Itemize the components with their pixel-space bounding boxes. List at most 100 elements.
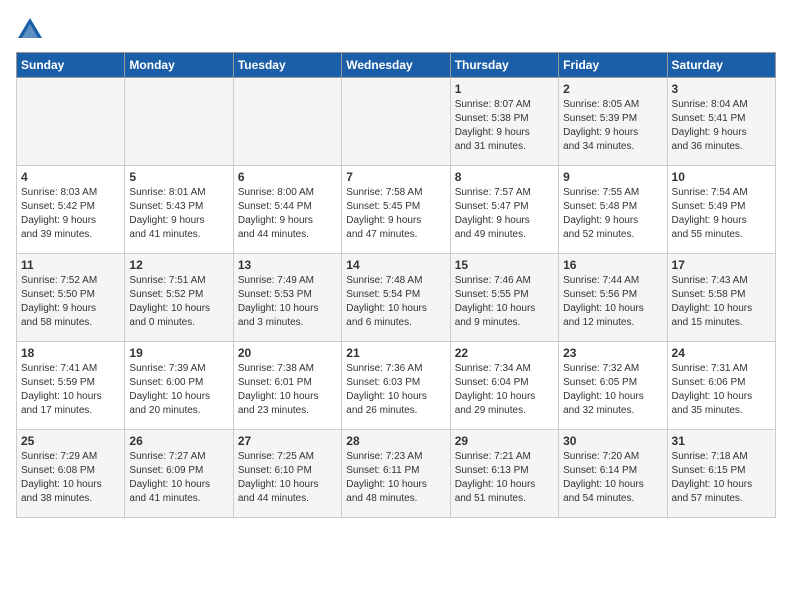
day-info: Sunrise: 7:36 AM Sunset: 6:03 PM Dayligh… — [346, 362, 445, 418]
day-info: Sunrise: 7:46 AM Sunset: 5:55 PM Dayligh… — [455, 274, 554, 330]
week-row-4: 18 Sunrise: 7:41 AM Sunset: 5:59 PM Dayli… — [17, 342, 776, 430]
day-number: 1 — [455, 82, 554, 96]
calendar-cell: 10Sunrise: 7:54 AM Sunset: 5:49 PM Dayli… — [667, 166, 775, 254]
day-number: 7 — [346, 170, 445, 184]
day-info: Sunrise: 7:34 AM Sunset: 6:04 PM Dayligh… — [455, 362, 554, 418]
calendar-cell: 25Sunrise: 7:29 AM Sunset: 6:08 PM Dayli… — [17, 430, 125, 518]
day-info: Sunrise: 7:21 AM Sunset: 6:13 PM Dayligh… — [455, 450, 554, 506]
calendar-cell: 5 Sunrise: 8:01 AM Sunset: 5:43 PM Daylig… — [125, 166, 233, 254]
day-info: Sunrise: 7:44 AM Sunset: 5:56 PM Dayligh… — [563, 274, 662, 330]
weekday-header-tuesday: Tuesday — [233, 53, 341, 78]
day-number: 19 — [129, 346, 228, 360]
day-info: Sunrise: 7:49 AM Sunset: 5:53 PM Dayligh… — [238, 274, 337, 330]
day-info: Sunrise: 7:48 AM Sunset: 5:54 PM Dayligh… — [346, 274, 445, 330]
calendar-cell: 21 Sunrise: 7:36 AM Sunset: 6:03 PM Dayli… — [342, 342, 450, 430]
day-info: Sunrise: 8:00 AM Sunset: 5:44 PM Dayligh… — [238, 186, 337, 242]
day-number: 3 — [672, 82, 771, 96]
day-number: 22 — [455, 346, 554, 360]
day-number: 27 — [238, 434, 337, 448]
logo — [16, 16, 48, 44]
calendar-cell: 30 Sunrise: 7:20 AM Sunset: 6:14 PM Dayli… — [559, 430, 667, 518]
page-header — [16, 16, 776, 44]
calendar-cell: 18 Sunrise: 7:41 AM Sunset: 5:59 PM Dayli… — [17, 342, 125, 430]
calendar-cell: 15 Sunrise: 7:46 AM Sunset: 5:55 PM Dayli… — [450, 254, 558, 342]
day-number: 18 — [21, 346, 120, 360]
weekday-header-monday: Monday — [125, 53, 233, 78]
calendar-cell: 27 Sunrise: 7:25 AM Sunset: 6:10 PM Dayli… — [233, 430, 341, 518]
calendar-cell: 23Sunrise: 7:32 AM Sunset: 6:05 PM Dayli… — [559, 342, 667, 430]
calendar-cell: 26 Sunrise: 7:27 AM Sunset: 6:09 PM Dayli… — [125, 430, 233, 518]
calendar-cell — [342, 78, 450, 166]
day-number: 23 — [563, 346, 662, 360]
day-info: Sunrise: 7:51 AM Sunset: 5:52 PM Dayligh… — [129, 274, 228, 330]
day-info: Sunrise: 7:38 AM Sunset: 6:01 PM Dayligh… — [238, 362, 337, 418]
week-row-3: 11 Sunrise: 7:52 AM Sunset: 5:50 PM Dayli… — [17, 254, 776, 342]
day-info: Sunrise: 8:01 AM Sunset: 5:43 PM Dayligh… — [129, 186, 228, 242]
day-number: 30 — [563, 434, 662, 448]
day-info: Sunrise: 7:41 AM Sunset: 5:59 PM Dayligh… — [21, 362, 120, 418]
day-number: 8 — [455, 170, 554, 184]
day-info: Sunrise: 7:23 AM Sunset: 6:11 PM Dayligh… — [346, 450, 445, 506]
calendar-cell — [17, 78, 125, 166]
day-number: 29 — [455, 434, 554, 448]
day-number: 25 — [21, 434, 120, 448]
calendar-cell: 2Sunrise: 8:05 AM Sunset: 5:39 PM Daylig… — [559, 78, 667, 166]
calendar-cell: 22 Sunrise: 7:34 AM Sunset: 6:04 PM Dayli… — [450, 342, 558, 430]
day-number: 2 — [563, 82, 662, 96]
calendar-cell: 7Sunrise: 7:58 AM Sunset: 5:45 PM Daylig… — [342, 166, 450, 254]
day-number: 13 — [238, 258, 337, 272]
calendar-cell: 4Sunrise: 8:03 AM Sunset: 5:42 PM Daylig… — [17, 166, 125, 254]
week-row-2: 4Sunrise: 8:03 AM Sunset: 5:42 PM Daylig… — [17, 166, 776, 254]
day-number: 26 — [129, 434, 228, 448]
calendar-cell: 3 Sunrise: 8:04 AM Sunset: 5:41 PM Daylig… — [667, 78, 775, 166]
calendar-cell: 17 Sunrise: 7:43 AM Sunset: 5:58 PM Dayli… — [667, 254, 775, 342]
day-number: 21 — [346, 346, 445, 360]
weekday-header-saturday: Saturday — [667, 53, 775, 78]
day-info: Sunrise: 7:20 AM Sunset: 6:14 PM Dayligh… — [563, 450, 662, 506]
calendar-cell: 1 Sunrise: 8:07 AM Sunset: 5:38 PM Daylig… — [450, 78, 558, 166]
day-number: 24 — [672, 346, 771, 360]
day-number: 16 — [563, 258, 662, 272]
day-info: Sunrise: 7:39 AM Sunset: 6:00 PM Dayligh… — [129, 362, 228, 418]
day-number: 20 — [238, 346, 337, 360]
calendar-cell: 24 Sunrise: 7:31 AM Sunset: 6:06 PM Dayli… — [667, 342, 775, 430]
calendar-cell: 11 Sunrise: 7:52 AM Sunset: 5:50 PM Dayli… — [17, 254, 125, 342]
calendar-cell: 19 Sunrise: 7:39 AM Sunset: 6:00 PM Dayli… — [125, 342, 233, 430]
weekday-header-wednesday: Wednesday — [342, 53, 450, 78]
calendar-cell: 8 Sunrise: 7:57 AM Sunset: 5:47 PM Daylig… — [450, 166, 558, 254]
day-info: Sunrise: 7:31 AM Sunset: 6:06 PM Dayligh… — [672, 362, 771, 418]
weekday-header-friday: Friday — [559, 53, 667, 78]
calendar-cell: 12 Sunrise: 7:51 AM Sunset: 5:52 PM Dayli… — [125, 254, 233, 342]
day-info: Sunrise: 7:57 AM Sunset: 5:47 PM Dayligh… — [455, 186, 554, 242]
calendar-cell: 31 Sunrise: 7:18 AM Sunset: 6:15 PM Dayli… — [667, 430, 775, 518]
calendar-cell: 9 Sunrise: 7:55 AM Sunset: 5:48 PM Daylig… — [559, 166, 667, 254]
day-info: Sunrise: 7:55 AM Sunset: 5:48 PM Dayligh… — [563, 186, 662, 242]
weekday-header-row: SundayMondayTuesdayWednesdayThursdayFrid… — [17, 53, 776, 78]
day-info: Sunrise: 7:18 AM Sunset: 6:15 PM Dayligh… — [672, 450, 771, 506]
day-number: 9 — [563, 170, 662, 184]
calendar-cell — [233, 78, 341, 166]
logo-icon — [16, 16, 44, 44]
day-number: 31 — [672, 434, 771, 448]
day-number: 5 — [129, 170, 228, 184]
calendar-cell: 28Sunrise: 7:23 AM Sunset: 6:11 PM Dayli… — [342, 430, 450, 518]
day-info: Sunrise: 7:27 AM Sunset: 6:09 PM Dayligh… — [129, 450, 228, 506]
calendar-cell: 14 Sunrise: 7:48 AM Sunset: 5:54 PM Dayli… — [342, 254, 450, 342]
day-number: 6 — [238, 170, 337, 184]
calendar-cell: 29 Sunrise: 7:21 AM Sunset: 6:13 PM Dayli… — [450, 430, 558, 518]
day-info: Sunrise: 8:04 AM Sunset: 5:41 PM Dayligh… — [672, 98, 771, 154]
day-number: 12 — [129, 258, 228, 272]
day-number: 15 — [455, 258, 554, 272]
day-number: 17 — [672, 258, 771, 272]
calendar-cell: 13 Sunrise: 7:49 AM Sunset: 5:53 PM Dayli… — [233, 254, 341, 342]
day-info: Sunrise: 7:25 AM Sunset: 6:10 PM Dayligh… — [238, 450, 337, 506]
day-number: 14 — [346, 258, 445, 272]
day-info: Sunrise: 8:07 AM Sunset: 5:38 PM Dayligh… — [455, 98, 554, 154]
calendar-cell: 16 Sunrise: 7:44 AM Sunset: 5:56 PM Dayli… — [559, 254, 667, 342]
week-row-1: 1 Sunrise: 8:07 AM Sunset: 5:38 PM Daylig… — [17, 78, 776, 166]
weekday-header-sunday: Sunday — [17, 53, 125, 78]
day-info: Sunrise: 7:52 AM Sunset: 5:50 PM Dayligh… — [21, 274, 120, 330]
calendar-cell: 6 Sunrise: 8:00 AM Sunset: 5:44 PM Daylig… — [233, 166, 341, 254]
day-number: 11 — [21, 258, 120, 272]
day-info: Sunrise: 7:43 AM Sunset: 5:58 PM Dayligh… — [672, 274, 771, 330]
